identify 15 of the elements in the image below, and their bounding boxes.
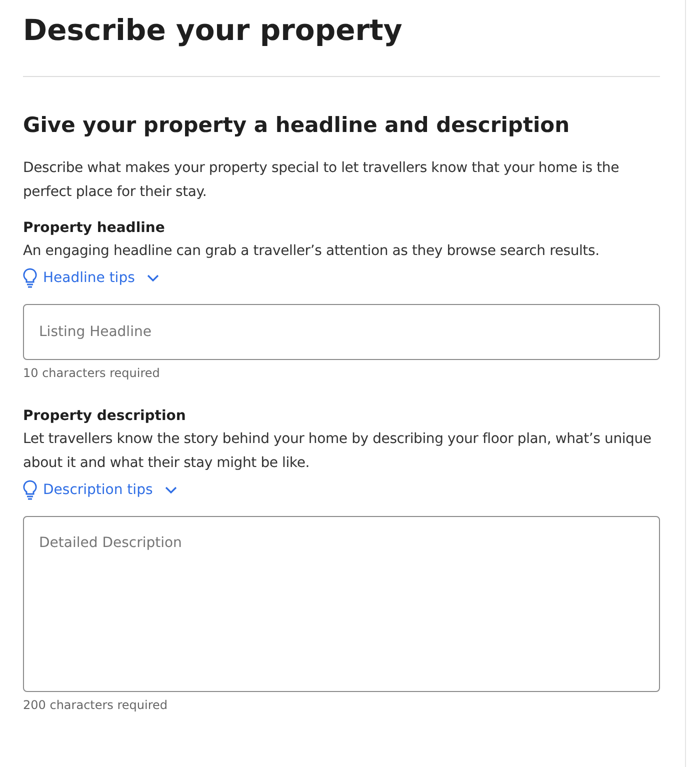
help-text: An engaging headline can grab a traveller’s attention as they browse search results. bbox=[23, 242, 600, 261]
tips-toggle[interactable]: Headline tips bbox=[23, 267, 159, 289]
requirement-text: 10 characters required bbox=[23, 365, 161, 381]
headline-field[interactable]: Listing Headline bbox=[23, 304, 660, 360]
lightbulb-icon bbox=[23, 268, 37, 288]
help-text: Let travellers know the story behind your home by describing your floor plan, what’s unique about it and what their stay might be like. bbox=[23, 430, 652, 473]
requirement-text: 200 characters required bbox=[23, 697, 169, 713]
intro-text: Describe what makes your property special to let travellers know that your home is the perfect place for their stay. bbox=[23, 159, 620, 202]
description-field[interactable]: Detailed Description bbox=[23, 516, 660, 692]
tips-toggle[interactable]: Description tips bbox=[23, 479, 177, 501]
section-heading: Give your property a headline and description bbox=[23, 112, 571, 139]
field-label: Property headline bbox=[23, 219, 166, 238]
field-label: Property description bbox=[23, 407, 187, 426]
page-title: Describe your property bbox=[23, 12, 404, 49]
lightbulb-icon bbox=[23, 480, 37, 500]
